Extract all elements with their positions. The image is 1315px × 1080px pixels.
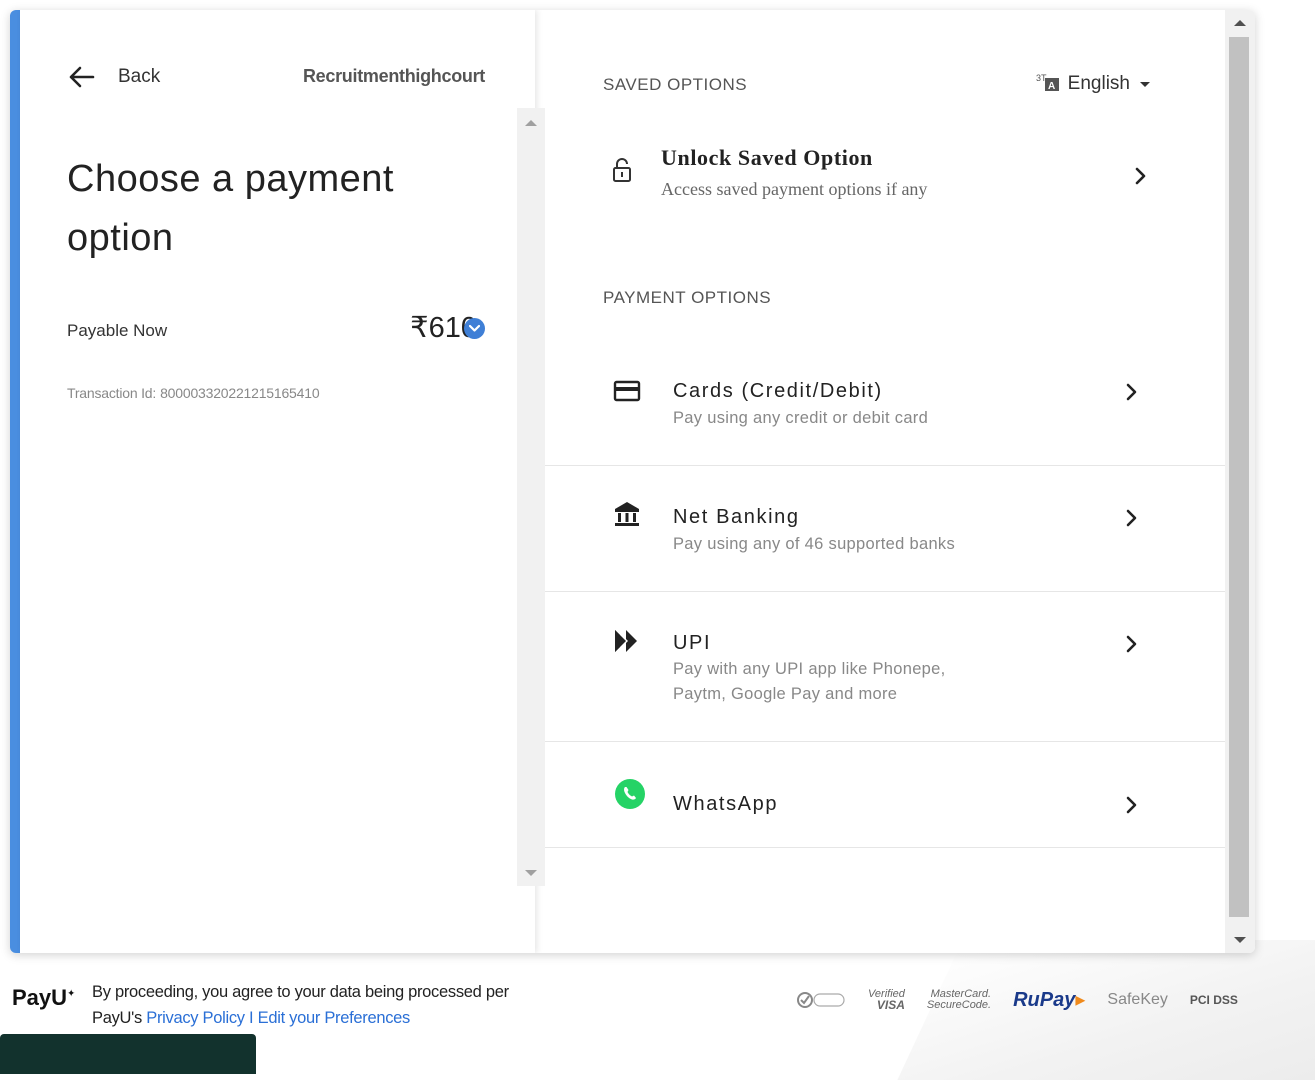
option-title: WhatsApp (673, 793, 779, 815)
pci-dss-badge: PCI DSS (1189, 992, 1238, 1007)
upi-icon (615, 630, 637, 652)
mastercard-securecode-badge: MasterCard. SecureCode. (926, 987, 992, 1011)
saved-options-heading: SAVED OPTIONS (603, 75, 748, 94)
option-title: UPI (673, 632, 712, 654)
security-badges: Verified VISA MasterCard. SecureCode. Ru… (796, 987, 1238, 1012)
checkout-card: Back Recruitmenthighcourt Choose a payme… (10, 10, 1255, 953)
consent-text: By proceeding, you agree to your data be… (92, 979, 509, 1031)
transaction-value: 8000033202212151654​10 (160, 385, 320, 401)
brand-name: PayU (12, 985, 68, 1010)
svg-text:A: A (1048, 81, 1055, 92)
payment-option-cards[interactable]: Cards (Credit/Debit) Pay using any credi… (540, 350, 1225, 466)
transaction-id: Transaction Id: 8000033202212151654​10 (67, 385, 320, 401)
translate-icon: 3T A (1036, 73, 1059, 92)
consent-prefix: PayU's (92, 1009, 142, 1027)
sparkle-icon: ✦ (67, 988, 76, 1000)
option-subtitle: Pay with any UPI app like Phonepe, Paytm… (673, 660, 946, 703)
verified-by-visa-badge: Verified VISA (868, 988, 905, 1012)
scrollbar-thumb[interactable] (1229, 37, 1249, 917)
safekey-badge: SafeKey (1107, 990, 1168, 1008)
link-separator: I (249, 1009, 254, 1027)
edit-preferences-link[interactable]: Edit your Preferences (258, 1009, 411, 1027)
badge-text: VISA (876, 997, 905, 1012)
credit-card-icon (613, 380, 641, 402)
accent-strip (10, 10, 20, 953)
chevron-right-icon (1126, 635, 1137, 653)
lock-icon (613, 158, 631, 182)
unlock-subtitle: Access saved payment options if any (661, 179, 928, 199)
bank-icon (615, 502, 639, 526)
payment-options-panel: SAVED OPTIONS 3T A English Unlock Saved … (535, 10, 1225, 953)
consent-line: By proceeding, you agree to your data be… (92, 983, 509, 1001)
footer: PayU✦ By proceeding, you agree to your d… (0, 975, 1315, 1035)
left-scrollbar[interactable] (517, 108, 545, 886)
payment-option-upi[interactable]: UPI Pay with any UPI app like Phonepe, P… (540, 591, 1225, 742)
payu-logo: PayU✦ (12, 985, 75, 1011)
payable-label: Payable Now (67, 321, 168, 340)
scroll-up-arrow[interactable] (1234, 20, 1246, 26)
chevron-right-icon (1126, 509, 1137, 527)
page-title: Choose a payment option (67, 158, 394, 259)
payment-option-whatsapp[interactable]: WhatsApp (540, 741, 1225, 848)
caret-down-icon (1140, 81, 1150, 87)
shield-badge-icon (797, 991, 845, 1008)
rupay-arrow-icon: ▸ (1075, 989, 1086, 1011)
chevron-right-icon (1126, 383, 1137, 401)
arrow-left-icon (69, 66, 95, 88)
badge-text: MasterCard. (930, 987, 992, 1000)
unlock-title: Unlock Saved Option (661, 145, 873, 170)
option-subtitle: Pay using any credit or debit card (673, 409, 929, 427)
chevron-down-icon (469, 324, 480, 332)
language-selector[interactable]: 3T A English (1036, 72, 1150, 96)
option-subtitle: Pay using any of 46 supported banks (673, 535, 956, 553)
bottom-banner[interactable] (0, 1034, 256, 1074)
amount-details-toggle[interactable] (464, 318, 485, 339)
order-summary-panel: Back Recruitmenthighcourt Choose a payme… (20, 10, 545, 953)
unlock-saved-option[interactable]: Unlock Saved Option Access saved payment… (603, 145, 1146, 225)
privacy-policy-link[interactable]: Privacy Policy (146, 1009, 245, 1027)
chevron-right-icon (1126, 796, 1137, 814)
scroll-down-arrow[interactable] (525, 870, 537, 876)
payment-option-netbanking[interactable]: Net Banking Pay using any of 46 supporte… (540, 465, 1225, 592)
back-button[interactable]: Back (66, 62, 160, 92)
scroll-down-arrow[interactable] (1234, 937, 1246, 943)
back-label: Back (118, 66, 161, 87)
option-title: Cards (Credit/Debit) (673, 380, 883, 402)
payment-options-heading: PAYMENT OPTIONS (603, 288, 772, 307)
language-label: English (1067, 73, 1130, 94)
rupay-logo: RuPay▸ (1013, 987, 1085, 1012)
merchant-name: Recruitmenthighcourt (302, 66, 485, 86)
whatsapp-icon (615, 779, 645, 809)
badge-text: SecureCode. (926, 998, 992, 1011)
right-scrollbar[interactable] (1225, 10, 1255, 953)
transaction-label: Transaction Id: (67, 385, 157, 401)
chevron-right-icon (1135, 167, 1146, 185)
badge-text: RuPay (1013, 989, 1076, 1011)
scroll-up-arrow[interactable] (525, 120, 537, 126)
option-title: Net Banking (673, 506, 800, 528)
